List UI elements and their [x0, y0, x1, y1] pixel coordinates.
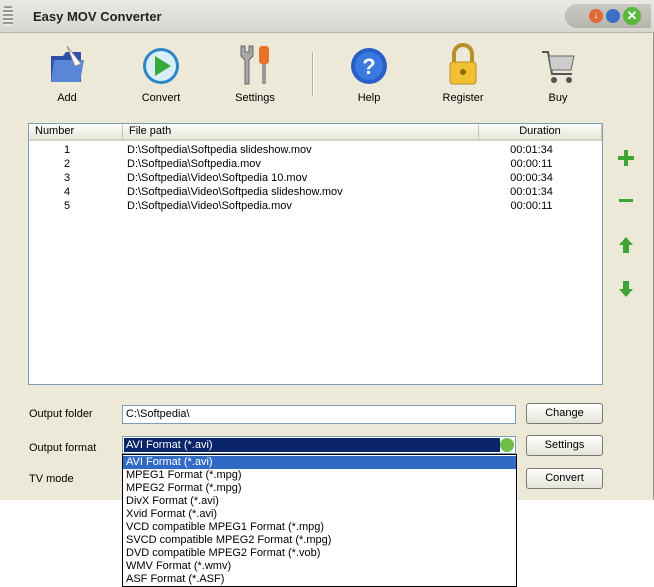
row-number: 4 — [63, 186, 71, 198]
svg-text:?: ? — [362, 54, 375, 79]
row-duration: 00:00:34 — [510, 172, 553, 184]
table-row[interactable]: 1 D:\Softpedia\Softpedia slideshow.mov 0… — [29, 143, 602, 157]
minus-icon[interactable] — [615, 190, 637, 212]
format-option[interactable]: VCD compatible MPEG1 Format (*.mpg) — [123, 521, 516, 534]
format-option[interactable]: ASF Format (*.ASF) — [123, 573, 516, 586]
format-option[interactable]: DivX Format (*.avi) — [123, 495, 516, 508]
arrow-down-icon[interactable] — [615, 278, 637, 300]
format-option[interactable]: DVD compatible MPEG2 Format (*.vob) — [123, 547, 516, 560]
close-icon[interactable]: ✕ — [623, 7, 641, 25]
convert-label: Convert — [141, 92, 181, 104]
row-number: 2 — [63, 158, 71, 170]
row-number: 1 — [63, 144, 71, 156]
format-option[interactable]: AVI Format (*.avi) — [123, 456, 516, 469]
plus-icon[interactable] — [615, 147, 637, 169]
format-settings-button[interactable]: Settings — [526, 435, 603, 456]
add-button[interactable]: Add — [27, 38, 107, 108]
folder-add-icon — [51, 45, 84, 82]
row-path: D:\Softpedia\Softpedia.mov — [127, 158, 261, 170]
row-duration: 00:01:34 — [510, 186, 553, 198]
row-path: D:\Softpedia\Video\Softpedia 10.mov — [127, 172, 308, 184]
table-row[interactable]: 3 D:\Softpedia\Video\Softpedia 10.mov 00… — [29, 171, 602, 185]
table-row[interactable]: 5 D:\Softpedia\Video\Softpedia.mov 00:00… — [29, 199, 602, 213]
maximize-icon[interactable] — [606, 9, 620, 23]
grip-icon — [3, 6, 13, 26]
row-path: D:\Softpedia\Video\Softpedia slideshow.m… — [127, 186, 343, 198]
minimize-icon[interactable]: ↓ — [589, 9, 603, 23]
arrow-up-icon[interactable] — [615, 234, 637, 256]
buy-label: Buy — [548, 92, 568, 104]
tv-mode-label: TV mode — [29, 473, 74, 485]
format-option[interactable]: WMV Format (*.wmv) — [123, 560, 516, 573]
output-format-value: AVI Format (*.avi) — [124, 438, 500, 452]
file-list[interactable]: Number File path Duration 1 D:\Softpedia… — [28, 123, 603, 385]
toolbar-separator — [312, 52, 314, 96]
convert-toolbar-button[interactable]: Convert — [121, 38, 201, 108]
row-duration: 00:01:34 — [510, 144, 553, 156]
change-button[interactable]: Change — [526, 403, 603, 424]
output-format-label: Output format — [29, 442, 97, 454]
row-path: D:\Softpedia\Softpedia slideshow.mov — [127, 144, 312, 156]
format-option[interactable]: SVCD compatible MPEG2 Format (*.mpg) — [123, 534, 516, 547]
chevron-down-icon[interactable] — [500, 438, 514, 452]
register-label: Register — [442, 92, 484, 104]
table-row[interactable]: 4 D:\Softpedia\Video\Softpedia slideshow… — [29, 185, 602, 199]
row-number: 5 — [63, 200, 71, 212]
format-option[interactable]: MPEG1 Format (*.mpg) — [123, 469, 516, 482]
lock-icon — [449, 43, 477, 85]
row-path: D:\Softpedia\Video\Softpedia.mov — [127, 200, 292, 212]
help-label: Help — [357, 92, 381, 104]
table-row[interactable]: 2 D:\Softpedia\Softpedia.mov 00:00:11 — [29, 157, 602, 171]
help-icon: ? — [351, 48, 387, 84]
register-button[interactable]: Register — [423, 38, 503, 108]
tools-icon — [240, 45, 269, 85]
output-folder-field[interactable]: C:\Softpedia\ — [122, 405, 516, 424]
app-window: Easy MOV Converter ↓ ✕ Add Convert Setti… — [0, 0, 654, 500]
format-option[interactable]: Xvid Format (*.avi) — [123, 508, 516, 521]
add-label: Add — [57, 92, 77, 104]
settings-toolbar-button[interactable]: Settings — [215, 38, 295, 108]
caption-buttons: ↓ ✕ — [565, 4, 651, 28]
format-dropdown-list: AVI Format (*.avi) MPEG1 Format (*.mpg) … — [122, 454, 517, 587]
row-duration: 00:00:11 — [510, 158, 553, 170]
settings-toolbar-label: Settings — [235, 92, 275, 104]
column-header-file-path[interactable]: File path — [123, 124, 479, 141]
cart-icon — [542, 51, 575, 83]
format-option[interactable]: MPEG2 Format (*.mpg) — [123, 482, 516, 495]
title-bar[interactable]: Easy MOV Converter ↓ ✕ — [0, 0, 654, 33]
play-icon — [143, 48, 179, 84]
output-format-select[interactable]: AVI Format (*.avi) — [122, 436, 516, 454]
window-title: Easy MOV Converter — [33, 9, 162, 24]
help-button[interactable]: ? Help — [329, 38, 409, 108]
buy-button[interactable]: Buy — [518, 38, 598, 108]
column-header-duration[interactable]: Duration — [479, 124, 602, 141]
column-header-number[interactable]: Number — [29, 124, 123, 141]
row-number: 3 — [63, 172, 71, 184]
convert-button[interactable]: Convert — [526, 468, 603, 489]
output-folder-label: Output folder — [29, 408, 93, 420]
row-duration: 00:00:11 — [510, 200, 553, 212]
